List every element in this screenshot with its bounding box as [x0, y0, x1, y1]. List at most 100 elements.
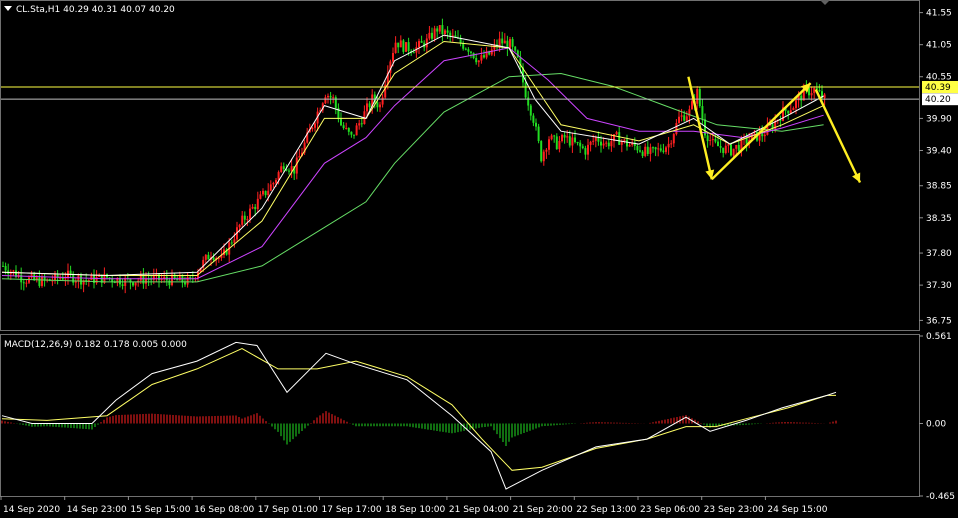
candle-body — [449, 32, 452, 36]
candle-body — [238, 224, 241, 228]
candle-body — [623, 139, 626, 142]
candle-body — [332, 97, 335, 99]
time-tick-label: 18 Sep 10:00 — [385, 505, 445, 515]
candle-body — [259, 194, 262, 199]
candle-body — [358, 123, 361, 126]
candle-body — [355, 125, 358, 136]
candle-body — [659, 148, 662, 151]
candle-body — [610, 141, 613, 147]
candle-body — [641, 151, 644, 156]
candle-body — [204, 254, 207, 260]
time-tick-label: 21 Sep 20:00 — [513, 505, 573, 515]
candle-body — [444, 30, 446, 34]
price-tick-label: 41.55 — [926, 9, 952, 19]
candle-body — [184, 282, 186, 285]
candle-body — [132, 282, 134, 286]
candle-body — [324, 97, 327, 104]
price-tick-label: 38.85 — [926, 182, 952, 192]
candle-body — [425, 38, 428, 48]
candle-body — [501, 38, 504, 44]
candle-body — [267, 190, 270, 196]
candle-body — [529, 105, 532, 116]
candle-body — [654, 147, 657, 150]
candle-body — [607, 142, 610, 147]
candle-body — [579, 142, 582, 147]
candle-body — [441, 25, 444, 34]
time-tick-label: 22 Sep 13:00 — [576, 505, 636, 515]
candle-body — [342, 125, 345, 129]
candle-body — [353, 134, 355, 136]
candle-body — [678, 116, 680, 124]
candle-body — [212, 257, 215, 261]
candle-body — [4, 265, 7, 271]
candle-body — [368, 103, 371, 108]
candle-body — [555, 136, 558, 150]
candle-body — [350, 131, 353, 135]
candle-body — [532, 115, 535, 123]
candle-body — [615, 132, 618, 135]
candle-body — [542, 151, 545, 162]
candle-body — [727, 144, 730, 146]
candle-body — [649, 147, 652, 154]
price-panel[interactable]: 41.5541.0540.5539.9039.4038.8538.3537.80… — [0, 0, 958, 331]
candle-body — [152, 275, 155, 280]
candle-body — [600, 141, 602, 146]
candle-body — [563, 134, 566, 138]
candle-body — [709, 140, 712, 142]
macd-panel[interactable]: 0.561 0.00 -0.465 MACD(12,26,9) 0.182 0.17… — [0, 332, 956, 502]
time-tick-label: 14 Sep 23:00 — [67, 505, 127, 515]
candle-body — [329, 95, 332, 98]
time-tick-label: 17 Sep 01:00 — [258, 505, 318, 515]
candle-body — [639, 150, 641, 152]
trading-chart[interactable]: 41.5541.0540.5539.9039.4038.8538.3537.80… — [0, 0, 958, 518]
candle-body — [813, 88, 816, 94]
candle-body — [69, 270, 72, 274]
candle-body — [511, 39, 514, 47]
candle-body — [574, 137, 576, 143]
candle-body — [810, 93, 813, 96]
candle-body — [779, 119, 782, 121]
candle-body — [696, 89, 699, 104]
price-tick-label: 37.30 — [926, 281, 952, 291]
candle-body — [657, 148, 660, 150]
candle-body — [818, 90, 821, 92]
candle-body — [134, 282, 137, 286]
time-tick-label: 16 Sep 08:00 — [194, 505, 254, 515]
candle-body — [379, 104, 381, 108]
candle-body — [701, 106, 704, 120]
candle-body — [254, 206, 257, 210]
candle-body — [121, 284, 124, 286]
candle-body — [428, 32, 431, 39]
candle-body — [717, 141, 719, 147]
candle-body — [537, 126, 540, 142]
candle-body — [438, 25, 441, 32]
symbol-header: CL.Sta,H1 40.29 40.31 40.07 40.20 — [16, 5, 175, 15]
candle-body — [568, 136, 571, 146]
candle-body — [178, 275, 181, 281]
candle-body — [80, 275, 82, 285]
candle-body — [314, 123, 316, 128]
candle-body — [589, 141, 592, 145]
candle-body — [628, 145, 631, 147]
time-tick-label: 24 Sep 15:00 — [767, 505, 827, 515]
candle-body — [670, 143, 673, 145]
candle-body — [243, 215, 246, 220]
candle-body — [714, 139, 717, 142]
time-tick-label: 21 Sep 04:00 — [449, 505, 509, 515]
candle-body — [394, 42, 397, 54]
candle-body — [823, 94, 826, 99]
candle-body — [737, 144, 740, 151]
candle-body — [407, 42, 410, 52]
candle-body — [763, 134, 766, 137]
macd-tick-label: 0.561 — [926, 332, 952, 342]
candle-body — [571, 137, 574, 146]
candle-body — [436, 28, 439, 32]
candle-body — [509, 39, 511, 49]
candle-body — [33, 274, 36, 280]
candle-body — [311, 127, 314, 130]
candle-body — [168, 280, 171, 286]
candle-body — [282, 166, 285, 170]
candle-body — [680, 115, 683, 117]
candle-body — [706, 135, 709, 142]
candle-body — [626, 139, 628, 147]
